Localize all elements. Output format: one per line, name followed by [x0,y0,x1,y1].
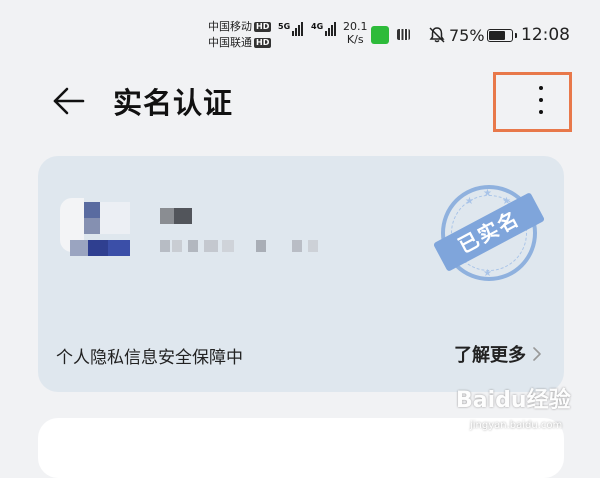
status-bar: 中国移动 HD 中国联通 HD 5G 4G 20.1 K/s 75% 12:08 [0,0,600,58]
hd-badge: HD [254,38,272,48]
carrier-info: 中国移动 HD 中国联通 HD [208,19,272,51]
page-title: 实名认证 [113,86,234,120]
battery-icon [487,29,517,42]
speed-unit: K/s [346,33,364,46]
battery-percent: 75% [449,26,485,45]
carrier-1-label: 中国移动 [208,20,252,33]
avatar [60,190,130,260]
name-blurred [160,208,192,224]
network-speed: 20.1 K/s [343,20,368,46]
id-number-blurred [160,238,330,254]
mute-bell-icon [429,27,445,43]
more-vertical-icon [539,86,543,90]
clock: 12:08 [521,25,570,45]
chevron-right-icon [533,347,541,361]
baidu-watermark-url: jingyan.baidu.com [470,420,563,431]
learn-more-label: 了解更多 [454,345,526,366]
carrier-2-label: 中国联通 [208,36,252,49]
arrow-left-icon [53,87,85,115]
back-button[interactable] [50,82,88,120]
speed-value: 20.1 [343,20,368,33]
hd-badge: HD [254,22,272,32]
signal-4g-icon: 4G [311,22,337,36]
app-notification-icon [397,29,410,40]
privacy-status-text: 个人隐私信息安全保障中 [56,348,243,368]
baidu-watermark: Baidu经验 [456,388,571,413]
verified-stamp: ★ ★ ★ ★ 已实名 [432,178,552,296]
signal-5g-icon: 5G [278,22,304,36]
app-notification-icon [371,26,389,44]
identity-card: ★ ★ ★ ★ 已实名 个人隐私信息安全保障中 了解更多 [38,156,564,392]
more-options-button[interactable] [520,80,562,122]
learn-more-link[interactable]: 了解更多 [454,341,542,367]
